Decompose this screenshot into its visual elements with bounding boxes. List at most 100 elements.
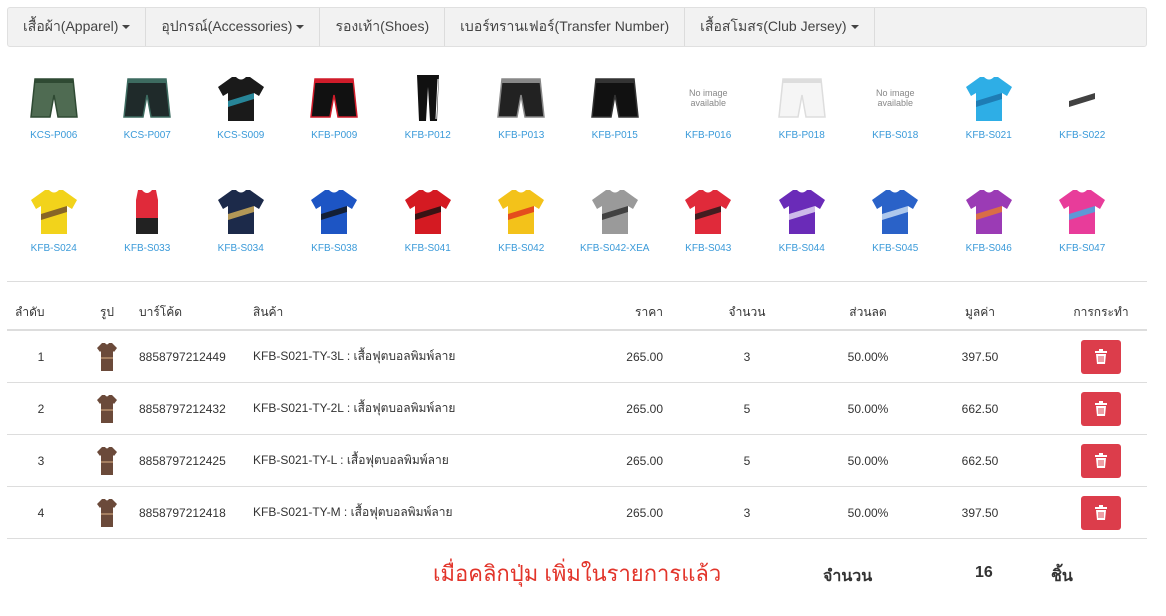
product-item[interactable]: KCS-P006 bbox=[7, 70, 101, 183]
nav-transfer-number[interactable]: เบอร์ทรานเฟอร์(Transfer Number) bbox=[445, 8, 686, 46]
product-item[interactable]: KFB-S021 bbox=[942, 70, 1036, 183]
product-code-link[interactable]: KFB-S038 bbox=[311, 243, 357, 254]
product-item[interactable]: KCS-S009 bbox=[194, 70, 288, 183]
product-item[interactable]: KFB-P012 bbox=[381, 70, 475, 183]
product-item[interactable]: KFB-S038 bbox=[288, 183, 382, 296]
product-thumbnail[interactable] bbox=[774, 70, 830, 126]
product-image bbox=[30, 190, 77, 234]
product-thumbnail[interactable] bbox=[213, 70, 269, 126]
product-code-link[interactable]: KFB-P012 bbox=[405, 130, 451, 141]
product-code-link[interactable]: KFB-S042 bbox=[498, 243, 544, 254]
product-code-link[interactable]: KFB-S041 bbox=[405, 243, 451, 254]
product-code-link[interactable]: KFB-P016 bbox=[685, 130, 731, 141]
nav-club-jersey[interactable]: เสื้อสโมสร(Club Jersey) bbox=[685, 8, 875, 46]
product-thumbnail[interactable]: No image available bbox=[867, 70, 923, 126]
delete-button[interactable] bbox=[1081, 495, 1121, 530]
product-thumbnail[interactable] bbox=[587, 183, 643, 239]
product-thumbnail[interactable] bbox=[774, 183, 830, 239]
product-code-link[interactable]: KFB-P015 bbox=[592, 130, 638, 141]
product-item[interactable]: KFB-S042 bbox=[475, 183, 569, 296]
product-thumbnail[interactable] bbox=[680, 183, 736, 239]
product-thumbnail[interactable] bbox=[213, 183, 269, 239]
product-thumbnail[interactable] bbox=[961, 183, 1017, 239]
product-code-link[interactable]: KFB-S046 bbox=[966, 243, 1012, 254]
product-thumbnail[interactable]: No image available bbox=[680, 70, 736, 126]
table-row: 4 8858797212418 KFB-S021-TY-M : เสื้อฟุตบอ… bbox=[7, 487, 1147, 539]
product-thumbnail[interactable] bbox=[493, 183, 549, 239]
row-index: 1 bbox=[37, 349, 45, 364]
product-code-link[interactable]: KFB-S043 bbox=[685, 243, 731, 254]
product-code-link[interactable]: KFB-P009 bbox=[311, 130, 357, 141]
product-thumbnail[interactable] bbox=[961, 70, 1017, 126]
shirt-icon bbox=[97, 394, 117, 423]
product-image bbox=[590, 78, 639, 118]
row-quantity: 5 bbox=[743, 401, 751, 416]
product-item[interactable]: KFB-S045 bbox=[849, 183, 943, 296]
product-thumbnail[interactable] bbox=[587, 70, 643, 126]
delete-button[interactable] bbox=[1081, 443, 1121, 478]
row-quantity: 5 bbox=[743, 453, 751, 468]
row-action bbox=[1055, 391, 1147, 426]
product-thumbnail[interactable] bbox=[1054, 70, 1110, 126]
product-code-link[interactable]: KFB-S045 bbox=[872, 243, 918, 254]
row-price: 265.00 bbox=[626, 349, 663, 364]
product-code-link[interactable]: KFB-S034 bbox=[218, 243, 264, 254]
product-item[interactable]: No image available KFB-S018 bbox=[849, 70, 943, 183]
product-item[interactable]: KFB-S033 bbox=[101, 183, 195, 296]
product-thumbnail[interactable] bbox=[400, 70, 456, 126]
product-thumbnail[interactable] bbox=[867, 183, 923, 239]
product-code-link[interactable]: KFB-S018 bbox=[872, 130, 918, 141]
product-item[interactable]: KFB-S041 bbox=[381, 183, 475, 296]
product-item[interactable]: KFB-P013 bbox=[475, 70, 569, 183]
delete-button[interactable] bbox=[1081, 339, 1121, 374]
product-thumbnail[interactable] bbox=[400, 183, 456, 239]
product-code-link[interactable]: KCS-S009 bbox=[217, 130, 264, 141]
product-code-link[interactable]: KFB-P013 bbox=[498, 130, 544, 141]
product-thumbnail[interactable] bbox=[26, 70, 82, 126]
delete-button[interactable] bbox=[1081, 391, 1121, 426]
product-thumbnail[interactable] bbox=[1054, 183, 1110, 239]
product-thumbnail[interactable] bbox=[306, 70, 362, 126]
nav-accessories-label: อุปกรณ์(Accessories) bbox=[161, 18, 293, 34]
product-item[interactable]: KFB-S024 bbox=[7, 183, 101, 296]
product-item[interactable]: KCS-P007 bbox=[101, 70, 195, 183]
product-item[interactable]: No image available KFB-P016 bbox=[662, 70, 756, 183]
product-image bbox=[1059, 190, 1106, 234]
product-item[interactable]: KFB-S046 bbox=[942, 183, 1036, 296]
product-code-link[interactable]: KFB-S021 bbox=[966, 130, 1012, 141]
product-item[interactable]: KFB-P015 bbox=[568, 70, 662, 183]
row-discount: 50.00% bbox=[847, 453, 889, 468]
trash-icon bbox=[1095, 401, 1107, 416]
product-item[interactable]: KFB-P018 bbox=[755, 70, 849, 183]
product-thumbnail[interactable] bbox=[119, 183, 175, 239]
product-item[interactable]: KFB-S043 bbox=[662, 183, 756, 296]
product-item[interactable]: KFB-P009 bbox=[288, 70, 382, 183]
product-thumbnail[interactable] bbox=[119, 70, 175, 126]
table-row: 2 8858797212432 KFB-S021-TY-2L : เสื้อฟุตบ… bbox=[7, 383, 1147, 435]
nav-apparel[interactable]: เสื้อผ้า(Apparel) bbox=[8, 8, 147, 46]
product-item[interactable]: KFB-S047 bbox=[1036, 183, 1130, 296]
product-code-link[interactable]: KFB-S022 bbox=[1059, 130, 1105, 141]
product-item[interactable]: KFB-S044 bbox=[755, 183, 849, 296]
product-item[interactable]: KFB-S022 bbox=[1036, 70, 1130, 183]
total-quantity-label: จำนวน bbox=[823, 568, 873, 585]
product-code-link[interactable]: KFB-S047 bbox=[1059, 243, 1105, 254]
product-thumbnail[interactable] bbox=[306, 183, 362, 239]
caret-down-icon bbox=[122, 25, 131, 29]
product-thumbnail[interactable] bbox=[493, 70, 549, 126]
nav-shoes[interactable]: รองเท้า(Shoes) bbox=[320, 8, 446, 46]
product-code-link[interactable]: KFB-S033 bbox=[124, 243, 170, 254]
nav-accessories[interactable]: อุปกรณ์(Accessories) bbox=[146, 8, 321, 46]
product-code-link[interactable]: KCS-P006 bbox=[30, 130, 77, 141]
row-quantity: 3 bbox=[743, 505, 751, 520]
product-item[interactable]: KFB-S042-XEA bbox=[568, 183, 662, 296]
product-code-link[interactable]: KFB-S044 bbox=[779, 243, 825, 254]
product-code-link[interactable]: KFB-P018 bbox=[779, 130, 825, 141]
product-code-link[interactable]: KCS-P007 bbox=[124, 130, 171, 141]
row-product-image bbox=[75, 445, 139, 477]
product-grid-row: KFB-S024 KFB-S033 KFB-S034 KFB-S038 KFB-S041… bbox=[7, 183, 1147, 296]
product-code-link[interactable]: KFB-S042-XEA bbox=[580, 243, 649, 254]
product-code-link[interactable]: KFB-S024 bbox=[31, 243, 77, 254]
product-thumbnail[interactable] bbox=[26, 183, 82, 239]
product-item[interactable]: KFB-S034 bbox=[194, 183, 288, 296]
